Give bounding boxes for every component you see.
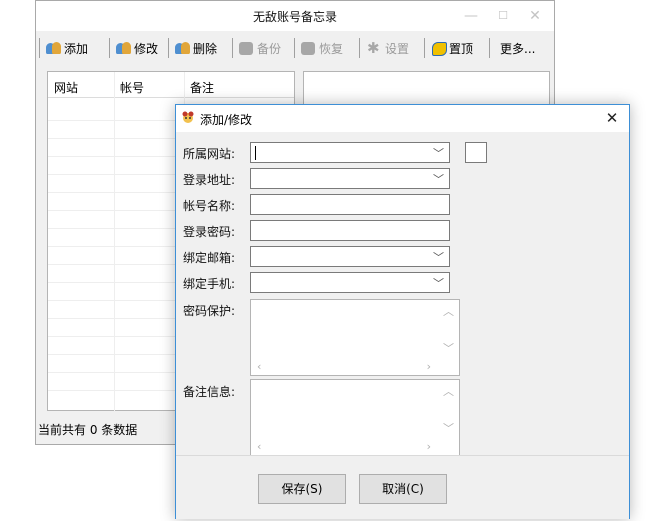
phone-label: 绑定手机: bbox=[183, 277, 236, 291]
more-label: 更多... bbox=[500, 41, 536, 56]
toolbar-separator bbox=[489, 38, 490, 58]
minimize-icon[interactable]: — bbox=[456, 5, 486, 27]
security-label: 密码保护: bbox=[183, 304, 236, 318]
backup-label: 备份 bbox=[257, 41, 282, 56]
site-label: 所属网站: bbox=[183, 147, 236, 161]
save-button[interactable]: 保存(S) bbox=[258, 474, 346, 504]
add-button[interactable]: 添加 bbox=[46, 38, 88, 58]
password-input[interactable] bbox=[250, 220, 450, 241]
toolbar-separator bbox=[109, 38, 110, 58]
scroll-right-icon[interactable]: › bbox=[427, 440, 431, 453]
list-header: 网站 帐号 备注 bbox=[48, 72, 294, 98]
column-header-note[interactable]: 备注 bbox=[190, 79, 214, 96]
note-label: 备注信息: bbox=[183, 385, 236, 399]
edit-label: 修改 bbox=[134, 41, 159, 56]
close-icon[interactable]: ✕ bbox=[601, 107, 623, 129]
dialog-footer: 保存(S) 取消(C) bbox=[176, 455, 629, 519]
chevron-down-icon[interactable]: ﹀ bbox=[433, 145, 444, 161]
users-icon bbox=[175, 41, 190, 55]
restore-button[interactable]: 恢复 bbox=[301, 38, 343, 58]
users-icon bbox=[46, 41, 61, 55]
column-header-account[interactable]: 帐号 bbox=[120, 79, 144, 96]
pin-icon bbox=[431, 41, 447, 56]
toolbar-separator bbox=[359, 38, 360, 58]
maximize-icon[interactable]: ☐ bbox=[488, 5, 518, 27]
note-textarea[interactable]: ︿ ﹀ ‹ › bbox=[250, 379, 460, 456]
settings-label: 设置 bbox=[385, 41, 410, 56]
backup-button[interactable]: 备份 bbox=[239, 38, 281, 58]
security-textarea[interactable]: ︿ ﹀ ‹ › bbox=[250, 299, 460, 376]
status-text: 当前共有 0 条数据 bbox=[38, 423, 138, 437]
add-edit-dialog: 添加/修改 ✕ 所属网站: ﹀ 登录地址: ﹀ 帐号名称: 登录密码: 绑定邮箱… bbox=[175, 104, 630, 519]
more-button[interactable]: 更多... bbox=[500, 38, 535, 58]
account-input[interactable] bbox=[250, 194, 450, 215]
toolbar-separator bbox=[232, 38, 233, 58]
email-label: 绑定邮箱: bbox=[183, 251, 236, 265]
edit-button[interactable]: 修改 bbox=[116, 38, 158, 58]
gear-icon bbox=[367, 39, 382, 57]
scroll-down-icon[interactable]: ﹀ bbox=[443, 420, 454, 436]
column-header-site[interactable]: 网站 bbox=[54, 79, 78, 96]
backup-icon bbox=[239, 41, 254, 55]
settings-button[interactable]: 设置 bbox=[367, 38, 409, 58]
scroll-left-icon[interactable]: ‹ bbox=[257, 360, 261, 373]
email-combobox[interactable]: ﹀ bbox=[250, 246, 450, 267]
url-combobox[interactable]: ﹀ bbox=[250, 168, 450, 189]
dialog-titlebar[interactable]: 添加/修改 ✕ bbox=[176, 105, 629, 132]
toolbar: 添加 修改 删除 备份 恢复 设置 置顶 bbox=[36, 32, 554, 62]
scroll-left-icon[interactable]: ‹ bbox=[257, 440, 261, 453]
site-color-box[interactable] bbox=[465, 142, 487, 163]
toolbar-separator bbox=[294, 38, 295, 58]
close-icon[interactable]: ✕ bbox=[520, 5, 550, 27]
site-combobox[interactable]: ﹀ bbox=[250, 142, 450, 163]
toolbar-separator bbox=[39, 38, 40, 58]
toolbar-separator bbox=[168, 38, 169, 58]
text-caret bbox=[255, 146, 256, 160]
account-label: 帐号名称: bbox=[183, 199, 236, 213]
dialog-title: 添加/修改 bbox=[200, 113, 253, 127]
scroll-up-icon[interactable]: ︿ bbox=[443, 383, 454, 399]
toolbar-separator bbox=[424, 38, 425, 58]
restore-label: 恢复 bbox=[319, 41, 344, 56]
chevron-down-icon[interactable]: ﹀ bbox=[433, 249, 444, 265]
delete-button[interactable]: 删除 bbox=[175, 38, 217, 58]
phone-combobox[interactable]: ﹀ bbox=[250, 272, 450, 293]
pin-button[interactable]: 置顶 bbox=[431, 38, 473, 58]
chevron-down-icon[interactable]: ﹀ bbox=[433, 275, 444, 291]
column-divider bbox=[114, 72, 115, 412]
chevron-down-icon[interactable]: ﹀ bbox=[433, 171, 444, 187]
restore-icon bbox=[301, 41, 316, 55]
scroll-up-icon[interactable]: ︿ bbox=[443, 303, 454, 319]
main-titlebar[interactable]: 无敌账号备忘录 — ☐ ✕ bbox=[36, 1, 554, 31]
scroll-right-icon[interactable]: › bbox=[427, 360, 431, 373]
app-icon bbox=[182, 111, 194, 123]
cancel-button[interactable]: 取消(C) bbox=[359, 474, 447, 504]
url-label: 登录地址: bbox=[183, 173, 236, 187]
add-label: 添加 bbox=[64, 41, 89, 56]
pin-label: 置顶 bbox=[449, 41, 474, 56]
password-label: 登录密码: bbox=[183, 225, 236, 239]
scroll-down-icon[interactable]: ﹀ bbox=[443, 340, 454, 356]
users-icon bbox=[116, 41, 131, 55]
delete-label: 删除 bbox=[193, 41, 218, 56]
